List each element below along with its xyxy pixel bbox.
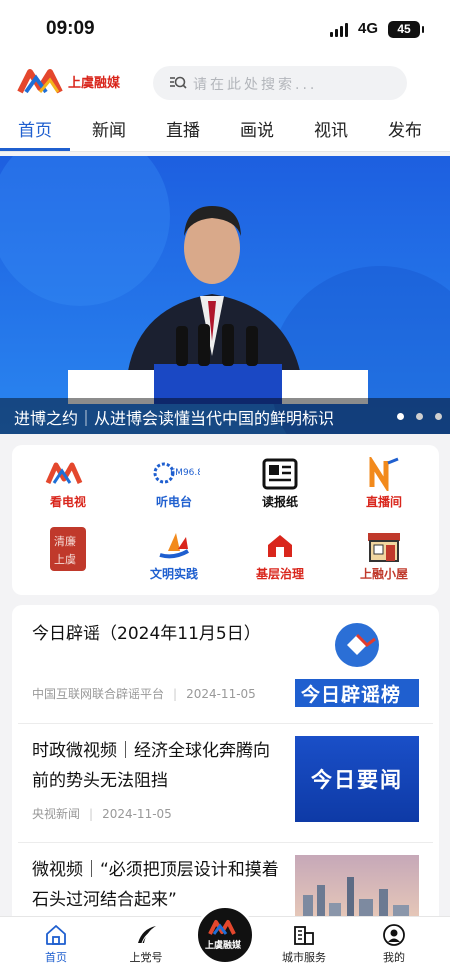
civilization-practice-icon <box>159 533 189 559</box>
user-icon <box>383 924 405 946</box>
network-type: 4G <box>358 20 379 37</box>
status-bar: 09:09 4G 45 <box>0 0 450 56</box>
carousel-dots <box>397 413 442 420</box>
banner-caption: 进博之约｜从进博会读懂当代中国的鲜明标识 <box>14 409 335 428</box>
status-time: 09:09 <box>46 18 95 39</box>
signal-icon <box>330 23 348 37</box>
clean-government-seal-icon: 清廉上虞 <box>50 527 86 571</box>
live-room-icon <box>369 457 399 491</box>
search-placeholder: 请在此处搜索... <box>193 77 318 93</box>
banner-caption-bar: 进博之约｜从进博会读懂当代中国的鲜明标识 <box>0 398 450 434</box>
active-tab-indicator <box>0 148 70 151</box>
news-source: 中国互联网联合辟谣平台 <box>32 687 165 701</box>
grassroots-governance-icon <box>268 535 292 557</box>
thumb-text: 今日要闻 <box>311 768 403 792</box>
news-item[interactable]: 今日辟谣（2024年11月5日） 中国互联网联合辟谣平台 | 2024-11-05 … <box>12 605 439 723</box>
center-logo-icon: 上虞融媒 <box>205 920 242 951</box>
shortcut-clean-government[interactable]: 清廉 上虞 <box>18 523 118 591</box>
tabbar-label: 城市服务 <box>282 951 326 964</box>
tabbar-city-services[interactable]: 城市服务 <box>264 923 344 965</box>
newspaper-icon <box>262 458 298 490</box>
tabbar-home[interactable]: 首页 <box>16 923 96 965</box>
shortcut-label: 听电台 <box>155 495 192 509</box>
center-logo-button[interactable]: 上虞融媒 <box>195 905 255 965</box>
shortcut-label: 基层治理 <box>255 567 304 581</box>
news-title: 今日辟谣（2024年11月5日） <box>32 624 261 644</box>
shortcut-live-room[interactable]: 直播间 <box>334 451 434 519</box>
news-thumbnail: 今日要闻 <box>295 736 419 822</box>
svg-text:FM96.8: FM96.8 <box>170 468 200 478</box>
tab-home[interactable]: 首页 <box>18 116 52 141</box>
news-date: 2024-11-05 <box>102 807 172 821</box>
city-building-icon <box>294 926 314 945</box>
tv-logo-icon <box>45 462 83 485</box>
banner-carousel[interactable]: 进博之约｜从进博会读懂当代中国的鲜明标识 <box>0 156 450 434</box>
news-feed: 今日辟谣（2024年11月5日） 中国互联网联合辟谣平台 | 2024-11-05 … <box>12 605 439 925</box>
shortcut-rongmei-hut[interactable]: 上融小屋 <box>334 523 434 591</box>
search-icon <box>170 76 187 89</box>
hut-icon <box>368 533 400 562</box>
news-source: 央视新闻 <box>32 807 81 821</box>
shortcut-label: 文明实践 <box>149 567 198 581</box>
shortcut-newspaper[interactable]: 读报纸 <box>230 451 330 519</box>
news-thumbnail <box>295 855 419 925</box>
battery-icon: 45 <box>388 21 424 38</box>
tab-news[interactable]: 新闻 <box>92 116 126 141</box>
shortcut-radio[interactable]: FM96.8 听电台 <box>124 451 224 519</box>
channel-tabs: 首页 新闻 直播 画说 视讯 发布 <box>0 110 450 152</box>
news-date: 2024-11-05 <box>186 687 256 701</box>
app-logo[interactable]: 上虞融媒 <box>16 62 134 102</box>
search-input[interactable]: 请在此处搜索... <box>153 66 407 100</box>
news-meta: 中国互联网联合辟谣平台 | 2024-11-05 <box>32 687 256 701</box>
radio-logo-icon: FM96.8 <box>153 462 200 484</box>
bottom-tab-bar: 首页 上党号 上虞融媒 城市服务 我的 <box>0 905 450 974</box>
svg-text:清廉: 清廉 <box>54 534 76 548</box>
thumb-text: 今日辟谣榜 <box>301 684 402 706</box>
tab-video[interactable]: 视讯 <box>314 116 348 141</box>
tabbar-shangdang[interactable]: 上党号 <box>106 923 186 965</box>
center-logo-text: 上虞融媒 <box>205 939 242 951</box>
tab-huashuo[interactable]: 画说 <box>240 116 274 141</box>
tabbar-label: 上党号 <box>129 951 163 964</box>
logo-text: 上虞融媒 <box>68 75 121 91</box>
app-header: 上虞融媒 请在此处搜索... <box>0 56 450 110</box>
city-skyline-image <box>295 855 419 925</box>
svg-text:上虞: 上虞 <box>54 552 76 566</box>
tabbar-mine[interactable]: 我的 <box>354 923 434 965</box>
shortcut-label: 读报纸 <box>261 495 298 509</box>
news-thumbnail: 今日辟谣榜 <box>295 621 419 707</box>
tab-release[interactable]: 发布 <box>388 116 422 141</box>
shortcut-watch-tv[interactable]: 看电视 <box>18 451 118 519</box>
shortcut-grid: 看电视 FM96.8 听电台 读报纸 直播间 清廉上虞 文明实践 基层治理 上融… <box>12 445 439 595</box>
banner-image <box>0 156 450 434</box>
news-meta: 央视新闻 | 2024-11-05 <box>32 807 172 821</box>
shortcut-grassroots-governance[interactable]: 基层治理 <box>230 523 330 591</box>
news-title: 微视频｜“必须把顶层设计和摸着石头过河结合起来” <box>32 860 279 910</box>
shangdang-icon <box>138 926 156 944</box>
shortcut-label: 直播间 <box>365 495 402 509</box>
shortcut-label: 看电视 <box>49 495 86 509</box>
tabbar-label: 我的 <box>383 951 405 964</box>
tab-live[interactable]: 直播 <box>166 116 200 141</box>
news-title: 时政微视频｜经济全球化奔腾向前的势头无法阻挡 <box>32 741 270 791</box>
tabbar-label: 首页 <box>45 951 67 964</box>
shortcut-civilization-practice[interactable]: 文明实践 <box>124 523 224 591</box>
home-icon <box>46 925 66 945</box>
shortcut-label: 上融小屋 <box>359 567 408 581</box>
news-item[interactable]: 时政微视频｜经济全球化奔腾向前的势头无法阻挡 央视新闻 | 2024-11-05 今… <box>12 724 439 842</box>
